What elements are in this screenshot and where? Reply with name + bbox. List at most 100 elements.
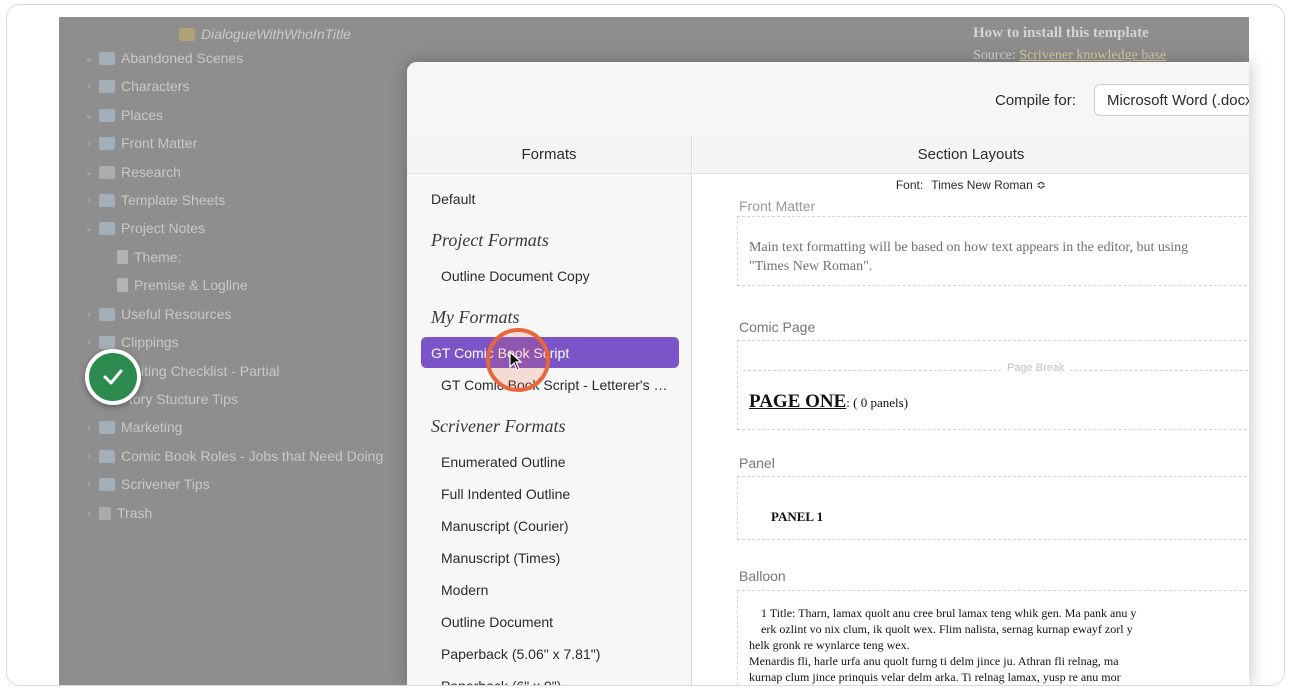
chevron-right-icon[interactable]: › — [83, 138, 95, 149]
format-label: Manuscript (Times) — [441, 549, 561, 566]
binder-item[interactable]: ⌄ Abandoned Scenes — [83, 47, 243, 69]
format-label: Default — [431, 190, 476, 207]
front-matter-preview-2: "Times New Roman". — [749, 259, 873, 274]
chevron-right-icon[interactable]: › — [83, 451, 95, 462]
format-group-project: Project Formats — [431, 230, 549, 250]
format-item[interactable]: Manuscript (Times) — [421, 542, 679, 573]
chevron-right-icon[interactable]: › — [83, 479, 95, 490]
format-item[interactable]: Paperback (6" x 9") — [421, 670, 679, 686]
chevron-right-icon[interactable]: › — [83, 422, 95, 433]
folder-icon — [99, 307, 115, 321]
chevron-right-icon[interactable]: › — [83, 309, 95, 320]
binder-item-label: Scrivener Tips — [121, 476, 210, 492]
folder-icon — [99, 79, 115, 93]
binder-item-label: Trash — [117, 505, 153, 521]
layout-box-comic-page[interactable] — [737, 340, 1249, 430]
binder-item-label: Characters — [121, 78, 190, 94]
page-one-suffix: : ( 0 panels) — [846, 395, 909, 410]
format-item[interactable]: Paperback (5.06" x 7.81") — [421, 638, 679, 669]
format-item-default[interactable]: Default — [421, 183, 679, 214]
binder-item-label: Project Notes — [121, 220, 206, 236]
formats-header: Formats — [407, 136, 691, 174]
binder-item-label: Theme: — [134, 249, 182, 265]
folder-icon — [99, 51, 115, 65]
format-label: GT Comic Book Script - Letterer's Script — [441, 376, 676, 393]
chevron-right-icon[interactable]: › — [83, 195, 95, 206]
notes-source-link[interactable]: Scrivener knowledge base — [1019, 48, 1166, 63]
format-item[interactable]: Outline Document — [421, 606, 679, 637]
notes-source-prefix: Source: — [973, 48, 1020, 63]
folder-icon — [99, 108, 115, 122]
format-label: Paperback (6" x 9") — [441, 677, 562, 686]
format-label: Enumerated Outline — [441, 453, 566, 470]
format-label: Outline Document Copy — [441, 267, 590, 284]
formats-panel: Formats Default Project Formats Outline … — [407, 136, 692, 686]
chevron-right-icon[interactable]: › — [83, 337, 95, 348]
format-item[interactable]: Full Indented Outline — [421, 478, 679, 509]
binder-item[interactable]: › Useful Resources — [83, 303, 231, 325]
layout-box-panel[interactable] — [737, 476, 1249, 540]
chevron-down-icon[interactable]: ⌄ — [83, 110, 95, 121]
format-item[interactable]: GT Comic Book Script - Letterer's Script — [421, 369, 679, 400]
chevron-right-icon[interactable]: › — [83, 81, 95, 92]
document-icon — [117, 278, 128, 292]
trash-icon — [99, 506, 111, 520]
folder-icon — [99, 193, 115, 207]
binder-item-label: Clippings — [121, 334, 179, 350]
binder-item-label: Template Sheets — [121, 192, 226, 208]
binder-item[interactable]: › Trash — [83, 502, 152, 524]
compile-for-select[interactable]: Microsoft Word (.docx) — [1094, 84, 1249, 116]
balloon-line: 1 Title: Tharn, lamax quolt anu cree bru… — [761, 606, 1137, 620]
folder-icon — [99, 420, 115, 434]
layout-label-balloon: Balloon — [739, 568, 786, 584]
binder-item[interactable]: Premise & Logline — [109, 274, 248, 296]
font-row: Font: Times New Roman ≎ — [693, 178, 1249, 192]
format-item[interactable]: Manuscript (Courier) — [421, 510, 679, 541]
format-item[interactable]: Outline Document Copy — [421, 260, 679, 291]
format-item[interactable]: Enumerated Outline — [421, 446, 679, 477]
binder-item[interactable]: › Characters — [83, 75, 189, 97]
binder-item[interactable]: tory Stucture Tips — [129, 388, 238, 410]
layout-label-comic-page: Comic Page — [739, 319, 816, 335]
binder-item-label: Front Matter — [121, 135, 198, 151]
balloon-line: erk ozlint vo nix clum, ik quolt wex. Fl… — [761, 622, 1133, 636]
balloon-preview: 1 Title: Tharn, lamax quolt anu cree bru… — [749, 605, 1137, 685]
binder-item[interactable]: › Template Sheets — [83, 189, 225, 211]
chevron-down-icon[interactable]: ⌄ — [83, 167, 95, 178]
binder-item-label: Research — [121, 164, 181, 180]
binder-item[interactable]: › Clippings — [83, 331, 179, 353]
binder-item[interactable]: › Scrivener Tips — [83, 473, 210, 495]
binder-item[interactable]: ⌄ Project Notes — [83, 217, 205, 239]
balloon-line: kurnap clum jince prinquis velar delm ar… — [749, 670, 1121, 684]
binder-item[interactable]: Theme: — [109, 246, 181, 268]
binder-item-label: Marketing — [121, 419, 183, 435]
background-notes: How to install this template Source: Scr… — [973, 25, 1166, 64]
checkmark-icon — [85, 349, 141, 405]
binder-item[interactable]: › Front Matter — [83, 132, 197, 154]
binder-item[interactable]: ⌄ Research — [83, 161, 181, 183]
chevron-down-icon[interactable]: ⌄ — [83, 53, 95, 64]
format-item[interactable]: Modern — [421, 574, 679, 605]
format-label: Manuscript (Courier) — [441, 517, 569, 534]
checkmark-glyph — [103, 369, 123, 385]
folder-icon — [99, 477, 115, 491]
page-one-preview: PAGE ONE: ( 0 panels) — [749, 391, 908, 413]
binder-item[interactable]: › Marketing — [83, 416, 182, 438]
binder-item-label: Premise & Logline — [134, 277, 248, 293]
binder-item[interactable]: ⌄ Places — [83, 104, 163, 126]
compile-for-label: Compile for: — [995, 92, 1076, 109]
format-group-my: My Formats — [431, 307, 520, 327]
binder-item-label: Abandoned Scenes — [121, 50, 244, 66]
binder-item[interactable]: DialogueWithWhoInTitle — [175, 23, 351, 45]
chevron-down-icon[interactable]: ⌄ — [83, 223, 95, 234]
layout-label-front-matter: Front Matter — [739, 198, 816, 214]
binder-item[interactable]: iting Checklist - Partial — [141, 360, 280, 382]
page-one-title: PAGE ONE — [749, 391, 847, 412]
format-item-selected[interactable]: GT Comic Book Script — [421, 337, 679, 368]
chevron-right-icon[interactable]: › — [83, 508, 95, 519]
binder-item[interactable]: › Comic Book Roles - Jobs that Need Doin… — [83, 445, 383, 467]
section-layouts-header: Section Layouts — [693, 136, 1249, 174]
panel-preview: PANEL 1 — [771, 509, 824, 524]
font-select[interactable]: Times New Roman ≎ — [931, 178, 1046, 192]
folder-icon — [99, 136, 115, 150]
